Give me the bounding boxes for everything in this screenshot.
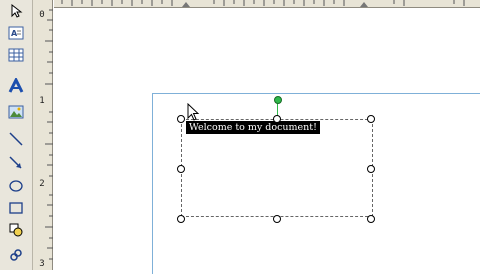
svg-text:A: A <box>11 29 18 38</box>
resize-handle-top[interactable] <box>273 115 281 123</box>
rectangle-icon[interactable] <box>5 199 27 217</box>
arrow-icon[interactable] <box>5 154 27 172</box>
rotation-handle[interactable] <box>274 96 282 104</box>
ruler-ticks <box>45 9 53 260</box>
resize-handle-left[interactable] <box>177 165 185 173</box>
horizontal-ruler-ticks <box>61 0 465 7</box>
text-box-content[interactable]: Welcome to my document! <box>186 121 320 134</box>
table-frame-icon[interactable] <box>5 46 27 64</box>
mouse-pointer-icon <box>187 103 200 121</box>
text-box-icon[interactable]: A <box>5 24 27 42</box>
ruler-label-1: 1 <box>39 96 45 106</box>
ruler-label-0: 0 <box>39 10 45 20</box>
select-objects-icon[interactable] <box>5 2 27 20</box>
resize-handle-top-left[interactable] <box>177 115 185 123</box>
autoshapes-icon[interactable] <box>5 221 27 239</box>
vertical-ruler[interactable]: 0 1 2 3 <box>33 0 53 270</box>
resize-handle-bottom[interactable] <box>273 215 281 223</box>
picture-frame-icon[interactable] <box>5 103 27 121</box>
oval-icon[interactable] <box>5 177 27 195</box>
resize-handle-bottom-left[interactable] <box>177 215 185 223</box>
ruler-marker-left[interactable] <box>182 2 190 7</box>
hot-spot-icon[interactable] <box>5 246 27 264</box>
text-box[interactable]: Welcome to my document! <box>181 119 373 217</box>
ruler-label-3: 3 <box>39 259 45 269</box>
horizontal-ruler[interactable] <box>54 0 480 8</box>
wordart-icon[interactable] <box>5 77 27 95</box>
resize-handle-bottom-right[interactable] <box>367 215 375 223</box>
ruler-marker-right[interactable] <box>360 2 368 7</box>
resize-handle-top-right[interactable] <box>367 115 375 123</box>
resize-handle-right[interactable] <box>367 165 375 173</box>
line-icon[interactable] <box>5 130 27 148</box>
ruler-label-2: 2 <box>39 179 45 189</box>
document-page[interactable]: Welcome to my document! <box>54 8 480 274</box>
objects-toolbar: A <box>0 0 33 270</box>
